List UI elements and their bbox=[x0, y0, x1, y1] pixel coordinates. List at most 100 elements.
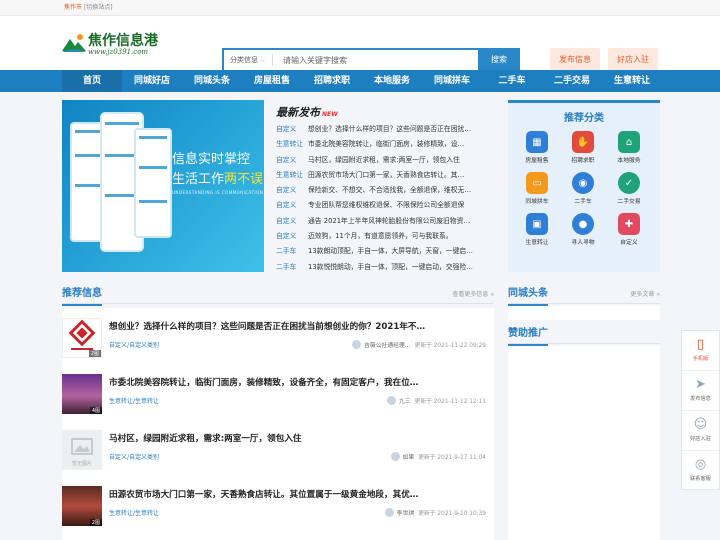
latest-item-text[interactable]: 想创业？选择什么样的项目？这些问题是否正在困扰… bbox=[308, 125, 471, 133]
list-item[interactable]: 暂无图片 马村区，绿园附近求租，需求:两室一厅，领包入住 自定义/自定义类别 如… bbox=[62, 424, 494, 480]
item-title[interactable]: 市委北院美容院转让，临街门面房，装修精致，设备齐全，有固定客户，我在位… bbox=[109, 376, 418, 388]
recommend-more-link[interactable]: 查看更多信息 » bbox=[452, 289, 494, 298]
latest-item[interactable]: 自定义 专业团队帮您维权维权退保、不限保险公司全额退保 bbox=[276, 198, 494, 213]
nav-news[interactable]: 同城头条 bbox=[182, 70, 242, 92]
join-shop-button[interactable]: 好店入驻 bbox=[608, 48, 658, 72]
latest-item[interactable]: 自定义 迈效狗，11个月，有道意愿领养，可与我联系。 bbox=[276, 229, 494, 244]
recommended-title: 推荐分类 bbox=[564, 113, 604, 124]
nav-carpool[interactable]: 同城拼车 bbox=[422, 70, 482, 92]
list-item[interactable]: 2图 田源农贸市场大门口第一家，天香熟食店转让。其位置属于一级黄金地段，其优… … bbox=[62, 480, 494, 536]
latest-posts: 最新发布 NEW 自定义 想创业？选择什么样的项目？这些问题是否正在困扰… 生意转让… bbox=[276, 104, 494, 275]
float-join-button[interactable]: ☺ 好店入驻 bbox=[682, 411, 719, 451]
item-category[interactable]: 自定义/自定义类别 bbox=[109, 452, 159, 461]
latest-item-category[interactable]: 二手车 bbox=[276, 244, 304, 259]
item-title[interactable]: 马村区，绿园附近求租，需求:两室一厅，领包入住 bbox=[109, 432, 302, 444]
float-label: 手机版 bbox=[692, 356, 709, 362]
latest-item[interactable]: 二手车 13款悦悦朗动，手自一体，顶配，一键启动，交强险… bbox=[276, 260, 494, 275]
city-news-more-link[interactable]: 更多文章 » bbox=[630, 289, 660, 298]
promo-banner[interactable]: 信息实时掌控 生活工作两不误 UNDERSTANDING IS COMMUNIC… bbox=[62, 100, 264, 272]
item-meta: 李世琪 更新于 2021-9-10 10:39 bbox=[384, 508, 486, 517]
category-label: 同城拼车 bbox=[525, 199, 549, 205]
list-item[interactable]: 2图 想创业？选择什么样的项目？这些问题是否正在困扰当前想创业的你？2021年不… bbox=[62, 312, 494, 368]
switch-site-link[interactable]: [切换站点] bbox=[84, 4, 113, 11]
latest-item-text[interactable]: 保险新交、不想交、不合适找我，全额退保，维权无… bbox=[308, 186, 471, 194]
latest-item-text[interactable]: 13款悦悦朗动，手自一体，顶配，一键启动，交强险… bbox=[308, 263, 473, 271]
latest-item[interactable]: 生意转让 市委北院美容院转让，临街门面房，装修精致，设… bbox=[276, 137, 494, 152]
latest-item[interactable]: 自定义 想创业？选择什么样的项目？这些问题是否正在困扰… bbox=[276, 122, 494, 137]
latest-item-text[interactable]: 市委北院美容院转让，临街门面房，装修精致，设… bbox=[308, 140, 464, 148]
category-custom[interactable]: ✚ 自定义 bbox=[606, 213, 652, 246]
latest-item-text[interactable]: 通告 2021年上半年风神轮胎股份有限公司废旧物资… bbox=[308, 217, 470, 225]
nav-jobs[interactable]: 招聘求职 bbox=[302, 70, 362, 92]
sponsor-title: 赞助推广 bbox=[508, 326, 548, 346]
latest-item-category[interactable]: 自定义 bbox=[276, 153, 304, 168]
item-user[interactable]: 吉薇公社通经理… bbox=[364, 340, 410, 349]
nav-used-cars[interactable]: 二手车 bbox=[482, 70, 542, 92]
category-jobs[interactable]: ✋ 招聘求职 bbox=[560, 131, 606, 164]
item-title[interactable]: 田源农贸市场大门口第一家，天香熟食店转让。其位置属于一级黄金地段，其优… bbox=[109, 488, 418, 500]
latest-item-text[interactable]: 迈效狗，11个月，有道意愿领养，可与我联系。 bbox=[308, 232, 453, 240]
latest-item-category[interactable]: 自定义 bbox=[276, 214, 304, 229]
item-user[interactable]: 如果 bbox=[403, 452, 415, 461]
latest-item-text[interactable]: 13款朗动顶配，手自一体，大屏导航，天窗，一键启… bbox=[308, 247, 473, 255]
latest-item[interactable]: 生意转让 田源农贸市场大门口第一家，天香熟食店转让。其… bbox=[276, 168, 494, 183]
car-front-icon: ◉ bbox=[572, 172, 594, 194]
category-business-transfer[interactable]: ▣ 生意转让 bbox=[514, 213, 560, 246]
category-local-services[interactable]: ⌂ 本地服务 bbox=[606, 131, 652, 164]
recommended-categories: 推荐分类 ▦ 房屋租售 ✋ 招聘求职 ⌂ 本地服务 ▭ 同城拼车 ◉ 二手车 ✓ 二手交易 … bbox=[508, 100, 660, 272]
nav-shops[interactable]: 同城好店 bbox=[122, 70, 182, 92]
search-category-select[interactable]: 分类信息 ⌵ bbox=[224, 55, 272, 65]
category-label: 自定义 bbox=[620, 240, 638, 246]
item-time: 更新于 2021-9-10 10:39 bbox=[418, 511, 486, 517]
item-category[interactable]: 生意转让/生意转让 bbox=[109, 508, 159, 517]
latest-item-category[interactable]: 自定义 bbox=[276, 122, 304, 137]
nav-business-transfer[interactable]: 生意转让 bbox=[602, 70, 662, 92]
item-category[interactable]: 自定义/自定义类别 bbox=[109, 340, 159, 349]
item-thumbnail[interactable]: 2图 bbox=[62, 318, 102, 358]
item-user[interactable]: 李世琪 bbox=[397, 508, 414, 517]
latest-item-text[interactable]: 马村区，绿园附近求租，需求:两室一厅，领包入住 bbox=[308, 156, 460, 164]
latest-item-category[interactable]: 生意转让 bbox=[276, 137, 304, 152]
city-news-title: 同城头条 bbox=[508, 286, 548, 306]
search-button[interactable]: 搜索 bbox=[478, 48, 520, 72]
mobile-version-button[interactable]: ▯ 手机版 bbox=[682, 331, 719, 371]
latest-item-text[interactable]: 专业团队帮您维权维权退保、不限保险公司全额退保 bbox=[308, 201, 464, 209]
latest-item-category[interactable]: 自定义 bbox=[276, 198, 304, 213]
latest-item-category[interactable]: 自定义 bbox=[276, 229, 304, 244]
latest-item-category[interactable]: 生意转让 bbox=[276, 168, 304, 183]
nav-second-hand[interactable]: 二手交易 bbox=[542, 70, 602, 92]
nav-housing[interactable]: 房屋租售 bbox=[242, 70, 302, 92]
search-category-label: 分类信息 bbox=[230, 56, 258, 64]
latest-item-category[interactable]: 二手车 bbox=[276, 260, 304, 275]
house-heart-icon: ⌂ bbox=[618, 131, 640, 153]
latest-item[interactable]: 二手车 13款朗动顶配，手自一体，大屏导航，天窗，一键启… bbox=[276, 244, 494, 259]
float-label: 好店入驻 bbox=[690, 436, 711, 442]
city-news-box bbox=[508, 306, 660, 320]
latest-item[interactable]: 自定义 通告 2021年上半年风神轮胎股份有限公司废旧物资… bbox=[276, 214, 494, 229]
item-thumbnail[interactable]: 2图 bbox=[62, 486, 102, 526]
nav-home[interactable]: 首页 bbox=[62, 70, 122, 92]
nav-local-services[interactable]: 本地服务 bbox=[362, 70, 422, 92]
item-title[interactable]: 想创业？选择什么样的项目？这些问题是否正在困扰当前想创业的你？2021年不… bbox=[109, 320, 425, 332]
latest-item[interactable]: 自定义 保险新交、不想交、不合适找我，全额退保，维权无… bbox=[276, 183, 494, 198]
category-lost-found[interactable]: ● 寻人寻物 bbox=[560, 213, 606, 246]
publish-button[interactable]: 发布信息 bbox=[550, 48, 600, 72]
thumb-badge: 4图 bbox=[89, 407, 102, 414]
item-category[interactable]: 生意转让/生意转让 bbox=[109, 396, 159, 405]
category-housing[interactable]: ▦ 房屋租售 bbox=[514, 131, 560, 164]
latest-item[interactable]: 自定义 马村区，绿园附近求租，需求:两室一厅，领包入住 bbox=[276, 153, 494, 168]
site-logo[interactable]: 焦作信息港 www.jz0391.com bbox=[62, 30, 172, 62]
latest-item-text[interactable]: 田源农贸市场大门口第一家，天香熟食店转让。其… bbox=[308, 171, 464, 179]
item-thumbnail[interactable]: 4图 bbox=[62, 374, 102, 414]
category-used-cars[interactable]: ◉ 二手车 bbox=[560, 172, 606, 205]
list-item[interactable]: 4图 市委北院美容院转让，临街门面房，装修精致，设备齐全，有固定客户，我在位… … bbox=[62, 368, 494, 424]
item-thumbnail[interactable]: 暂无图片 bbox=[62, 430, 102, 470]
category-label: 寻人寻物 bbox=[571, 240, 595, 246]
item-user[interactable]: 九三 bbox=[399, 396, 411, 405]
category-carpool[interactable]: ▭ 同城拼车 bbox=[514, 172, 560, 205]
float-publish-button[interactable]: ➤ 发布信息 bbox=[682, 371, 719, 411]
contact-service-button[interactable]: ◎ 联系客服 bbox=[682, 451, 719, 491]
category-second-hand[interactable]: ✓ 二手交易 bbox=[606, 172, 652, 205]
latest-item-category[interactable]: 自定义 bbox=[276, 183, 304, 198]
recommend-list: 2图 想创业？选择什么样的项目？这些问题是否正在困扰当前想创业的你？2021年不… bbox=[62, 308, 494, 540]
